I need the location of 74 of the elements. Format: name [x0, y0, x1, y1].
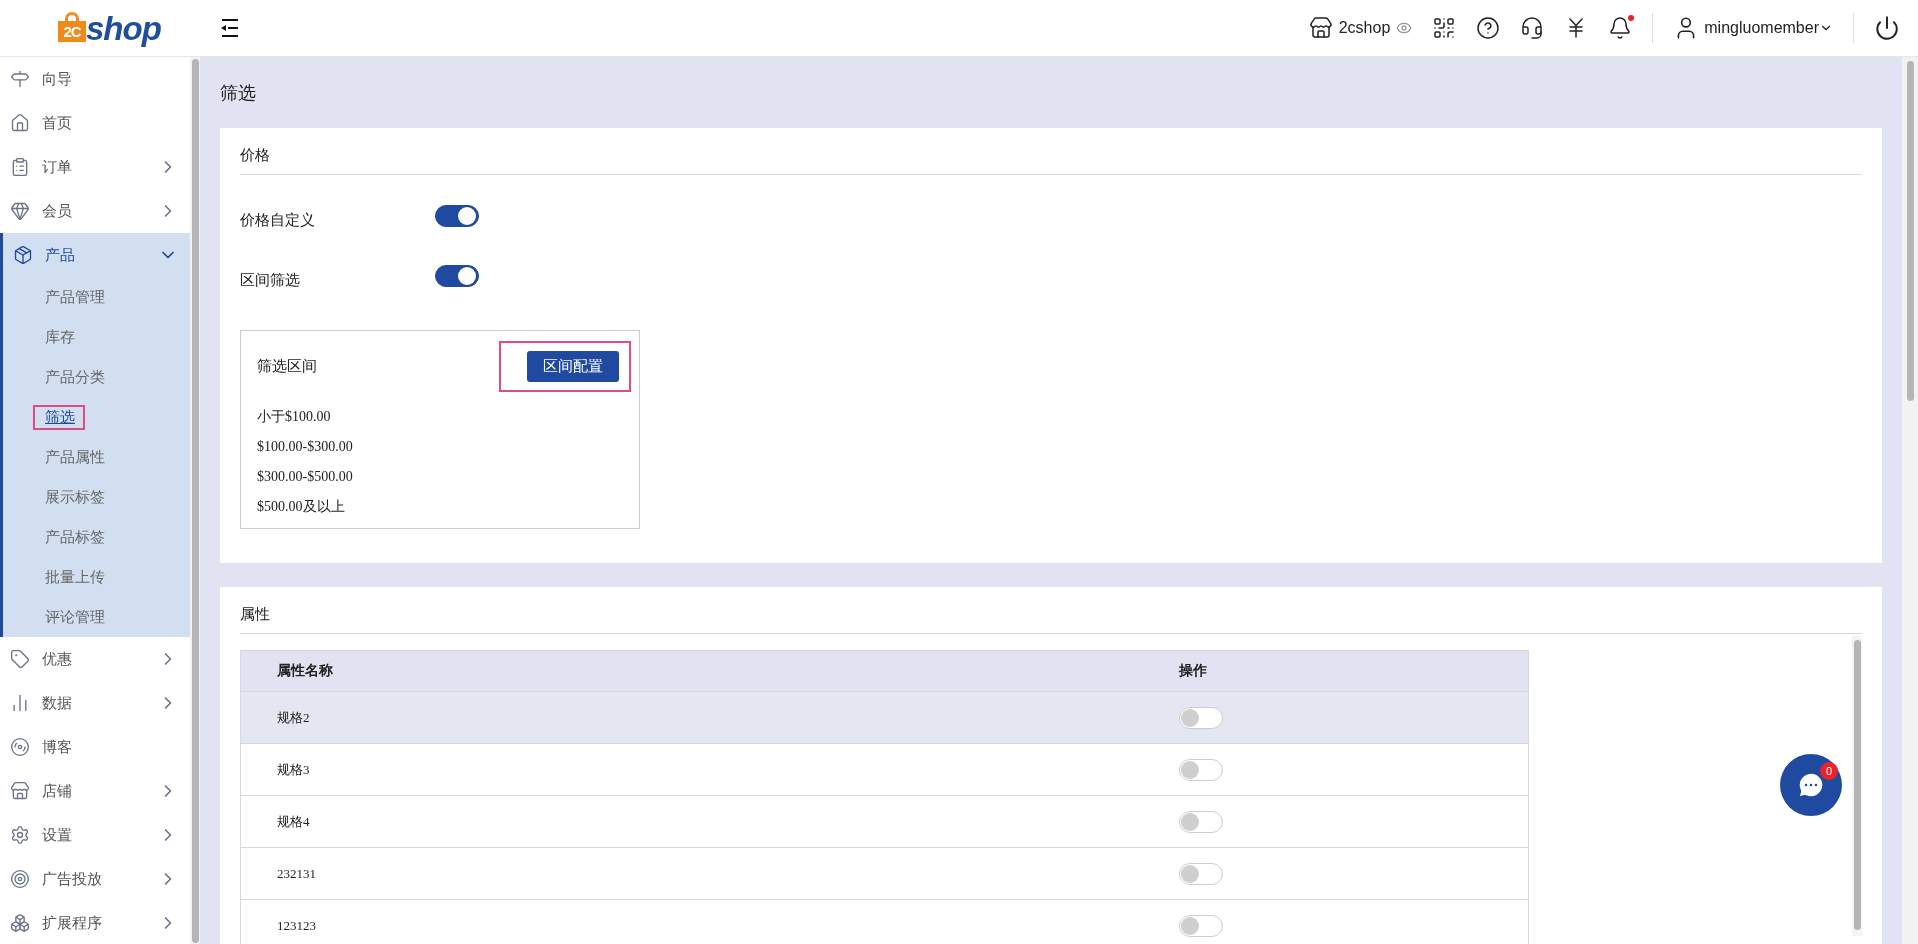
gem-icon: [10, 201, 30, 221]
home-icon: [10, 113, 30, 133]
tag-icon: [10, 649, 30, 669]
menu-collapse-button[interactable]: [220, 19, 240, 37]
sidebar-subitem[interactable]: 评论管理: [33, 604, 115, 630]
range-title: 筛选区间: [257, 357, 317, 376]
clipboard-icon: [10, 157, 30, 177]
chat-icon: [1796, 770, 1826, 800]
logo-mark: 2C: [58, 12, 86, 42]
section-title: 属性: [240, 587, 1862, 634]
scrollbar-thumb[interactable]: [1906, 61, 1914, 401]
target-icon: [10, 869, 30, 889]
menu-icon: [220, 19, 240, 37]
sidebar-item[interactable]: 优惠: [0, 637, 190, 681]
column-header: 操作: [1179, 662, 1207, 680]
signpost-icon: [10, 69, 30, 89]
sidebar-item[interactable]: 扩展程序: [0, 901, 190, 944]
sidebar-item[interactable]: 数据: [0, 681, 190, 725]
sidebar-subitem[interactable]: 产品属性: [33, 444, 115, 470]
sidebar-item[interactable]: 向导: [0, 57, 190, 101]
price-range: 小于$100.00: [257, 408, 332, 426]
sidebar-item[interactable]: 会员: [0, 189, 190, 233]
sidebar-subitem[interactable]: 批量上传: [33, 564, 115, 590]
disc-icon: [10, 737, 30, 757]
toggle-switch[interactable]: [435, 265, 479, 287]
sidebar-subitem[interactable]: 产品分类: [33, 364, 115, 390]
table-cell-text: 规格4: [276, 812, 311, 831]
section-title: 价格: [240, 128, 1862, 175]
table-cell-text: 232131: [276, 865, 317, 882]
cubes-icon: [10, 913, 30, 933]
toggle-label: 价格自定义: [240, 210, 316, 230]
chat-badge: 0: [1820, 762, 1838, 780]
table-cell-text: 规格3: [276, 760, 311, 779]
scrollbar-thumb[interactable]: [191, 59, 199, 943]
power-button[interactable]: [1874, 15, 1900, 41]
sidebar-item[interactable]: 产品: [3, 233, 190, 277]
help-button[interactable]: [1476, 16, 1501, 40]
user-menu[interactable]: mingluomember: [1673, 15, 1833, 41]
bell-icon: [1608, 16, 1633, 40]
price-range: $100.00-$300.00: [257, 438, 354, 456]
price-range: $500.00及以上: [257, 498, 346, 516]
scrollbar-thumb[interactable]: [1853, 640, 1861, 930]
sidebar-subitem[interactable]: 筛选: [33, 404, 85, 430]
sidebar-item[interactable]: 博客: [0, 725, 190, 769]
qr-code-icon: [1432, 16, 1457, 40]
price-range: $300.00-$500.00: [257, 468, 354, 486]
store-icon: [10, 781, 30, 801]
sidebar-item[interactable]: 订单: [0, 145, 190, 189]
power-icon: [1874, 15, 1900, 41]
qr-code-button[interactable]: [1432, 16, 1457, 40]
sidebar-item[interactable]: 店铺: [0, 769, 190, 813]
support-button[interactable]: [1520, 16, 1545, 40]
settings-icon: [10, 825, 30, 845]
toggle-switch[interactable]: [435, 205, 479, 227]
sidebar-item[interactable]: 广告投放: [0, 857, 190, 901]
column-header: 属性名称: [276, 662, 334, 680]
store-icon: [1308, 16, 1333, 40]
sidebar-subitem[interactable]: 展示标签: [33, 484, 115, 510]
headset-icon: [1520, 16, 1545, 40]
store-link[interactable]: 2cshop: [1308, 16, 1413, 40]
toggle-label: 区间筛选: [240, 270, 301, 290]
package-icon: [13, 245, 33, 265]
range-config-button[interactable]: 区间配置: [527, 351, 619, 382]
sidebar-item[interactable]: 首页: [0, 101, 190, 145]
page-title: 筛选: [220, 81, 257, 105]
help-icon: [1476, 16, 1501, 40]
sidebar-item[interactable]: 设置: [0, 813, 190, 857]
table-cell-text: 规格2: [276, 708, 311, 727]
sidebar-subitem[interactable]: 产品标签: [33, 524, 115, 550]
sidebar-subitem[interactable]: 库存: [33, 324, 85, 350]
table-cell-text: 123123: [276, 917, 317, 934]
eye-icon: [1396, 20, 1413, 36]
notifications-button[interactable]: [1608, 16, 1633, 40]
sidebar-subitem[interactable]: 产品管理: [33, 284, 115, 310]
